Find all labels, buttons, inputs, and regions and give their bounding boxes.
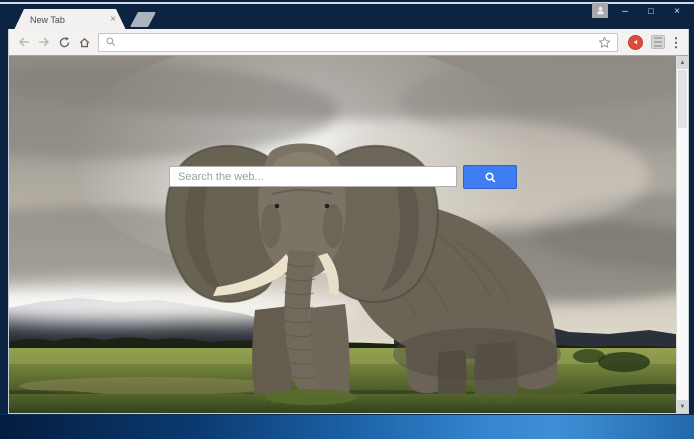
home-icon xyxy=(79,37,89,47)
scrollbar-thumb[interactable] xyxy=(678,70,687,128)
new-tab-button[interactable] xyxy=(130,12,156,27)
search-button[interactable] xyxy=(463,165,517,189)
list-lines-icon xyxy=(654,41,662,43)
tab-title: New Tab xyxy=(30,14,65,25)
browser-menu-button[interactable]: ⋮ xyxy=(669,36,683,49)
reload-icon xyxy=(59,36,69,47)
titlebar[interactable]: New Tab × – □ × xyxy=(0,0,694,29)
home-button[interactable] xyxy=(74,32,94,52)
search-input[interactable] xyxy=(169,166,457,187)
scrollbar-up-button[interactable]: ▲ xyxy=(677,56,688,69)
background-photo-scene xyxy=(9,56,688,413)
reload-button[interactable] xyxy=(54,32,74,52)
search-magnifier-icon xyxy=(484,171,495,182)
profile-icon[interactable] xyxy=(592,3,608,18)
address-input[interactable] xyxy=(117,36,598,48)
scrollbar[interactable]: ▲ ▼ xyxy=(676,56,688,413)
white-arrow-icon xyxy=(633,39,638,44)
maximize-button[interactable]: □ xyxy=(638,3,664,20)
tab-close-icon[interactable]: × xyxy=(106,15,116,25)
search-icon xyxy=(106,37,116,47)
gray-extension-icon[interactable] xyxy=(651,35,665,49)
minimize-button[interactable]: – xyxy=(612,3,638,20)
scrollbar-down-button[interactable]: ▼ xyxy=(677,400,688,413)
page-content: ▲ ▼ xyxy=(9,56,688,413)
forward-arrow-icon xyxy=(39,37,50,47)
back-button[interactable] xyxy=(14,32,34,52)
person-icon xyxy=(596,6,604,15)
window-controls: – □ × xyxy=(612,3,690,20)
desktop: New Tab × – □ × ⋮ Search the web... ▲ ▼ xyxy=(0,0,694,439)
bookmark-star-icon[interactable] xyxy=(598,35,611,49)
back-arrow-icon xyxy=(18,37,29,47)
browser-toolbar: ⋮ xyxy=(9,29,688,56)
tab-new-tab[interactable]: New Tab × xyxy=(14,9,126,30)
red-extension-icon[interactable] xyxy=(628,34,643,50)
address-bar[interactable] xyxy=(98,32,618,52)
close-button[interactable]: × xyxy=(664,3,690,20)
forward-button[interactable] xyxy=(34,32,54,52)
desktop-taskbar-gradient xyxy=(0,414,694,439)
